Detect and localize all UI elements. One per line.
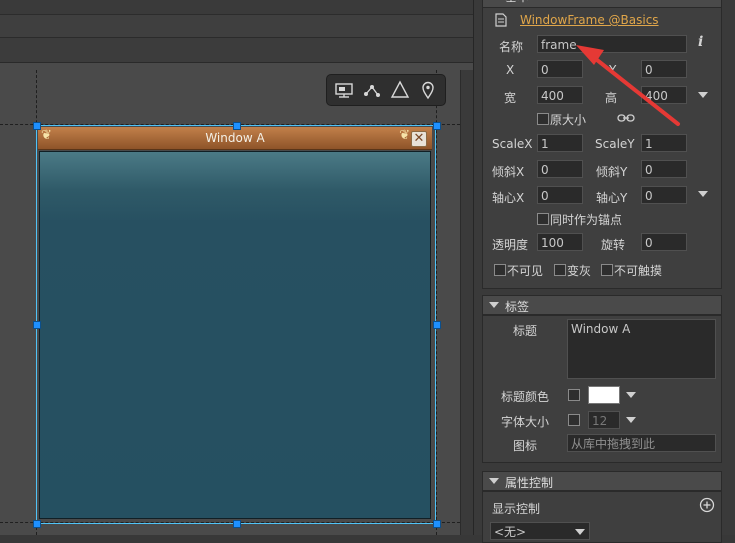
annotation-arrow — [576, 45, 680, 126]
